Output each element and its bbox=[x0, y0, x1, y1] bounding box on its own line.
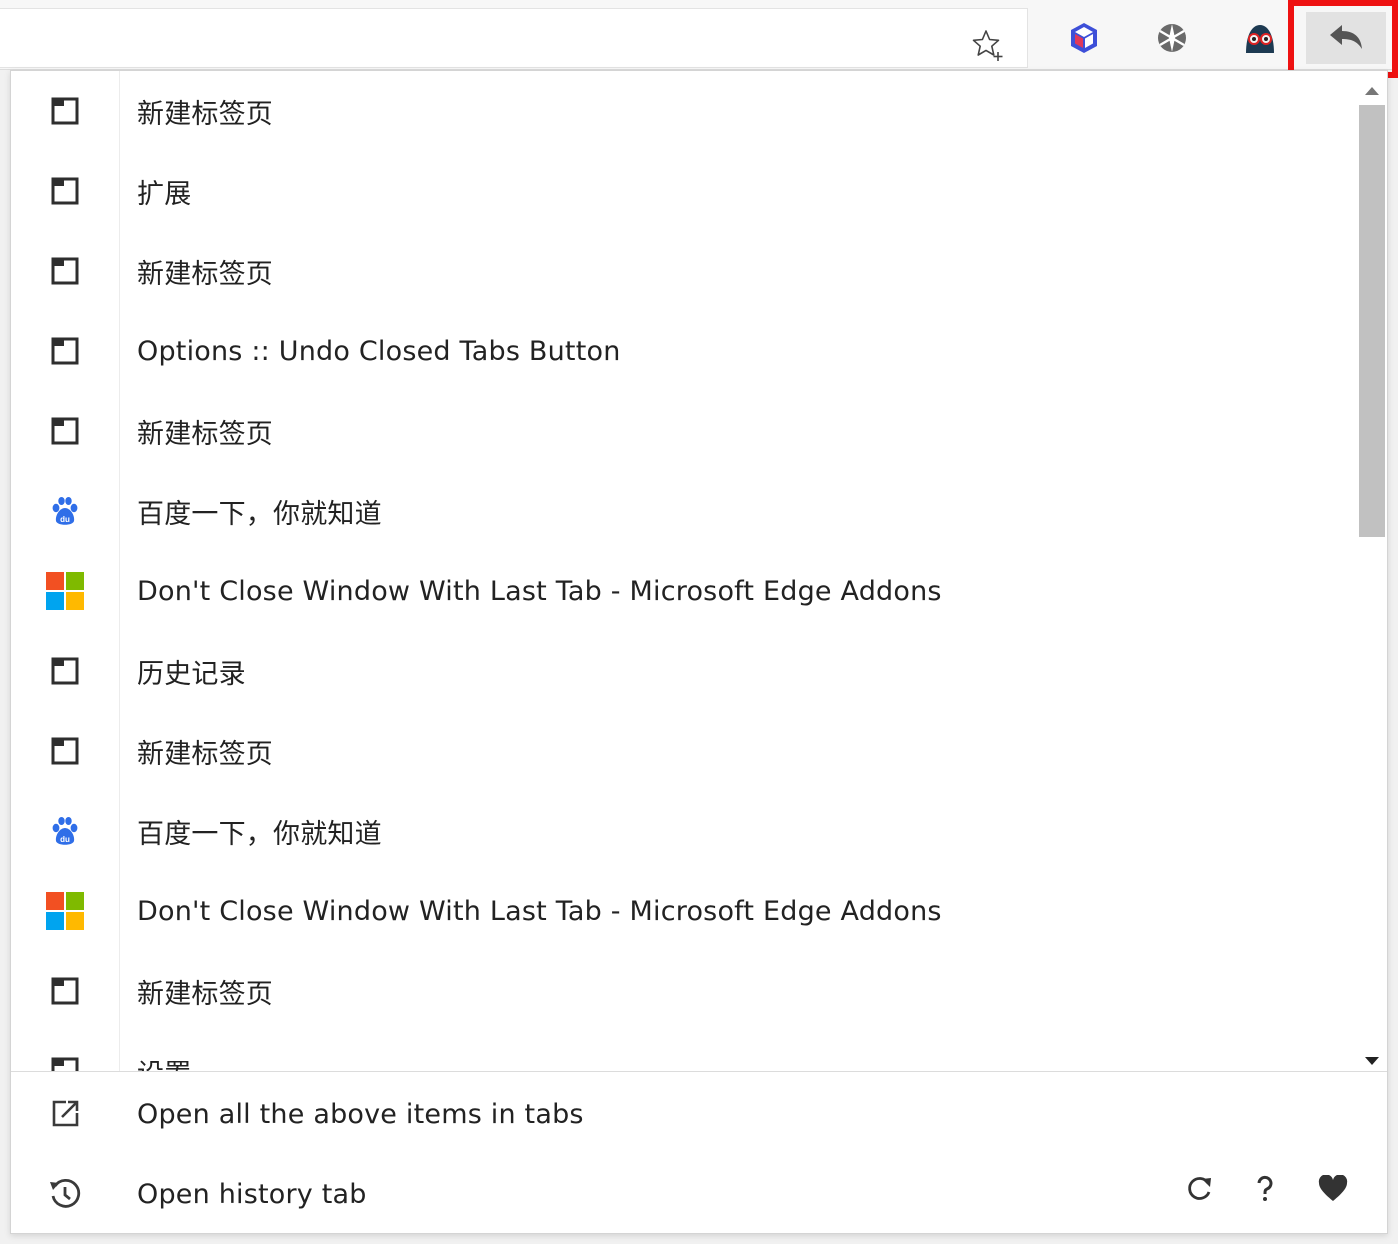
footer-actions bbox=[1167, 1153, 1387, 1233]
row-icon-cell: du bbox=[11, 471, 119, 551]
closed-tabs-list: 新建标签页 扩展 新建标签页 Options :: Undo Closed Tabs … bbox=[11, 71, 1387, 1071]
closed-tab-item[interactable]: Options :: Undo Closed Tabs Button bbox=[11, 311, 1351, 391]
closed-tab-item[interactable]: 新建标签页 bbox=[11, 231, 1351, 311]
closed-tab-title: 扩展 bbox=[137, 178, 192, 210]
closed-tab-title: Options :: Undo Closed Tabs Button bbox=[137, 335, 621, 367]
row-icon-cell bbox=[11, 151, 119, 231]
closed-tab-title: 历史记录 bbox=[137, 658, 246, 690]
help-button[interactable] bbox=[1243, 1167, 1287, 1211]
row-icon-cell: du bbox=[11, 791, 119, 871]
closed-tab-title: 新建标签页 bbox=[137, 978, 273, 1010]
closed-tab-item[interactable]: 新建标签页 bbox=[11, 391, 1351, 471]
heart-icon bbox=[1318, 1175, 1348, 1201]
refresh-button[interactable] bbox=[1177, 1167, 1221, 1211]
closed-tab-title: 新建标签页 bbox=[137, 98, 273, 130]
closed-tab-item[interactable]: Don't Close Window With Last Tab - Micro… bbox=[11, 551, 1351, 631]
closed-tab-title: 设置 bbox=[119, 1052, 191, 1072]
row-icon-cell bbox=[11, 1074, 119, 1154]
page-icon bbox=[51, 177, 79, 205]
star-add-icon bbox=[972, 30, 1003, 61]
page-icon bbox=[51, 977, 79, 1005]
page-icon bbox=[51, 257, 79, 285]
address-bar[interactable] bbox=[0, 8, 1028, 68]
row-icon-cell bbox=[11, 551, 119, 631]
baidu-icon: du bbox=[52, 497, 78, 525]
closed-tab-title: 新建标签页 bbox=[137, 418, 273, 450]
open-history-label: Open history tab bbox=[137, 1178, 367, 1210]
extension-button-puzzle[interactable] bbox=[1150, 14, 1194, 62]
browser-toolbar bbox=[0, 0, 1398, 78]
triangle-up-icon bbox=[1365, 87, 1379, 95]
page-icon bbox=[51, 417, 79, 445]
page-icon bbox=[51, 97, 79, 125]
baidu-icon: du bbox=[52, 817, 78, 845]
microsoft-icon bbox=[46, 892, 84, 930]
closed-tab-item[interactable]: 新建标签页 bbox=[11, 71, 1351, 151]
row-icon-cell bbox=[11, 1031, 119, 1071]
extension-button-cube[interactable] bbox=[1062, 14, 1106, 62]
history-icon bbox=[50, 1178, 81, 1208]
row-icon-cell bbox=[11, 391, 119, 471]
spy-glasses-icon bbox=[1246, 25, 1274, 53]
question-mark-icon bbox=[1257, 1175, 1273, 1201]
scroll-up-button[interactable] bbox=[1357, 81, 1387, 101]
open-external-icon bbox=[52, 1100, 79, 1127]
donate-button[interactable] bbox=[1311, 1167, 1355, 1211]
row-icon-cell bbox=[11, 711, 119, 791]
closed-tab-title: 百度一下，你就知道 bbox=[137, 818, 382, 850]
closed-tab-item[interactable]: 扩展 bbox=[11, 151, 1351, 231]
closed-tab-item[interactable]: du 百度一下，你就知道 bbox=[11, 791, 1351, 871]
puzzle-ball-icon bbox=[1158, 24, 1186, 52]
row-icon-cell bbox=[11, 871, 119, 951]
open-history-row[interactable]: Open history tab bbox=[11, 1154, 1111, 1233]
scroll-down-button[interactable] bbox=[1357, 1051, 1387, 1071]
closed-tab-item[interactable]: 新建标签页 bbox=[11, 951, 1351, 1031]
closed-tab-item[interactable]: 历史记录 bbox=[11, 631, 1351, 711]
open-all-items-label: Open all the above items in tabs bbox=[137, 1098, 584, 1130]
closed-tab-title: Don't Close Window With Last Tab - Micro… bbox=[137, 895, 942, 927]
closed-tab-item[interactable]: 新建标签页 bbox=[11, 711, 1351, 791]
scrollbar[interactable] bbox=[1357, 81, 1387, 1071]
row-icon-cell bbox=[11, 1154, 119, 1233]
closed-tab-item[interactable]: Don't Close Window With Last Tab - Micro… bbox=[11, 871, 1351, 951]
closed-tab-title: 百度一下，你就知道 bbox=[137, 498, 382, 530]
closed-tab-title: 新建标签页 bbox=[137, 258, 273, 290]
microsoft-icon bbox=[46, 572, 84, 610]
scroll-thumb[interactable] bbox=[1359, 105, 1385, 537]
row-icon-cell bbox=[11, 231, 119, 311]
popup-footer: Open all the above items in tabs Open hi… bbox=[11, 1071, 1387, 1233]
undo-arrow-icon bbox=[1330, 25, 1362, 49]
triangle-down-icon bbox=[1365, 1057, 1379, 1065]
refresh-icon bbox=[1188, 1177, 1211, 1200]
svg-text:du: du bbox=[60, 835, 70, 844]
svg-text:du: du bbox=[60, 515, 70, 524]
page-icon bbox=[51, 1057, 79, 1071]
closed-tab-title: Don't Close Window With Last Tab - Micro… bbox=[137, 575, 942, 607]
page-icon bbox=[51, 737, 79, 765]
row-icon-cell bbox=[11, 951, 119, 1031]
add-favorite-button[interactable] bbox=[966, 23, 1010, 67]
closed-tabs-popup: 新建标签页 扩展 新建标签页 Options :: Undo Closed Tabs … bbox=[10, 70, 1388, 1234]
page-icon bbox=[51, 657, 79, 685]
row-icon-cell bbox=[11, 631, 119, 711]
closed-tab-title: 新建标签页 bbox=[137, 738, 273, 770]
undo-closed-tabs-button[interactable] bbox=[1306, 12, 1386, 64]
row-icon-cell bbox=[11, 71, 119, 151]
closed-tab-item[interactable]: 设置 bbox=[11, 1031, 1351, 1071]
row-icon-cell bbox=[11, 311, 119, 391]
closed-tab-item[interactable]: du 百度一下，你就知道 bbox=[11, 471, 1351, 551]
cube-extension-icon bbox=[1071, 23, 1097, 53]
extension-button-spy[interactable] bbox=[1238, 14, 1282, 62]
open-all-items-row[interactable]: Open all the above items in tabs bbox=[11, 1074, 1111, 1154]
page-icon bbox=[51, 337, 79, 365]
